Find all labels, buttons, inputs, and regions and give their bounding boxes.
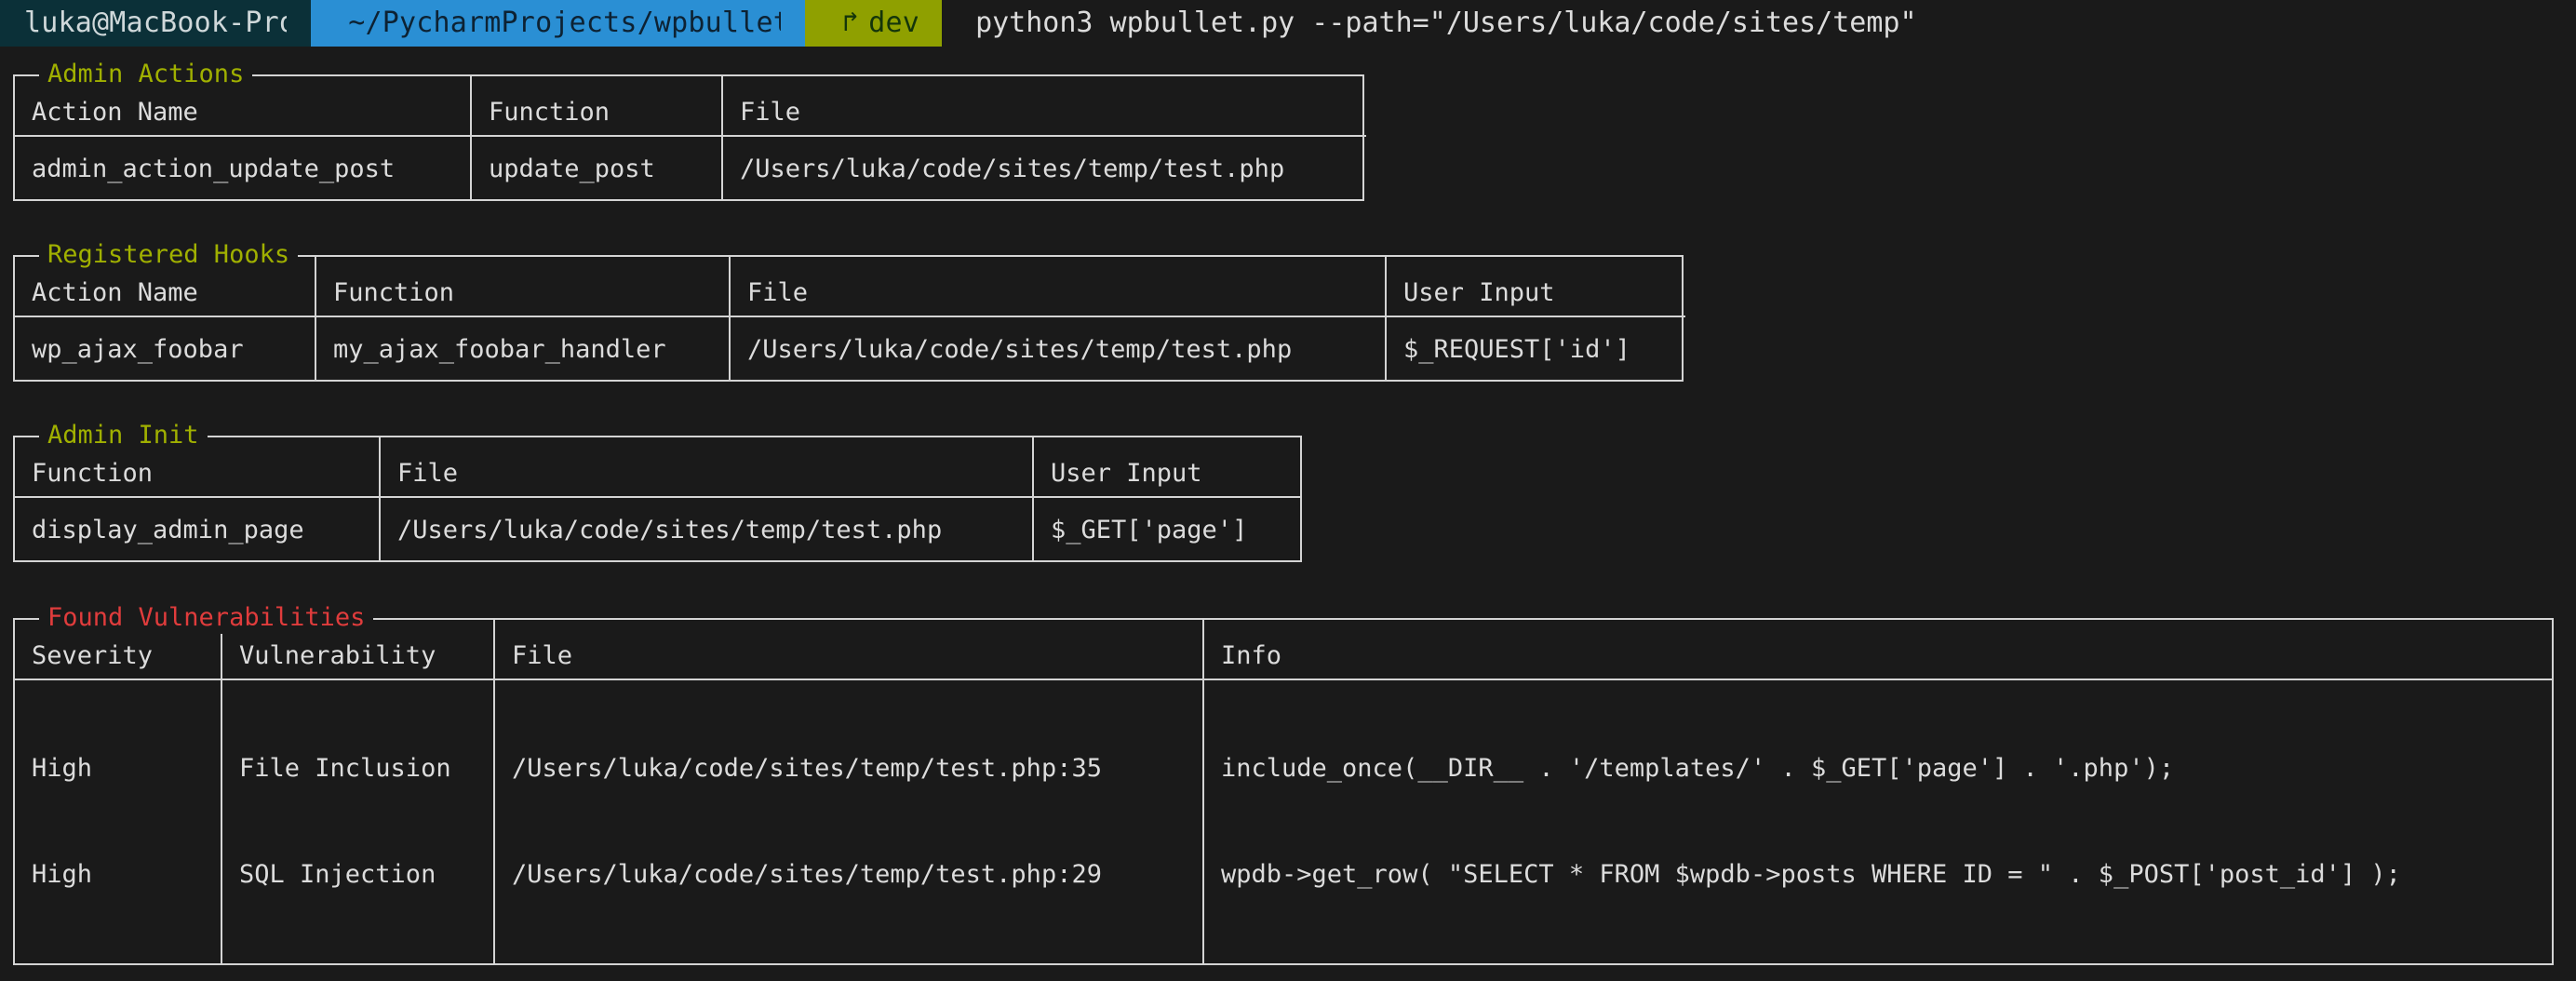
panel-registered-hooks: Registered Hooks Action Name Function Fi… bbox=[13, 239, 1685, 382]
panel-title-admin-actions: Admin Actions bbox=[39, 59, 253, 90]
panel-found-vulnerabilities: Found Vulnerabilities Severity Vulnerabi… bbox=[13, 602, 2554, 965]
column-header-info: Info bbox=[1203, 620, 2552, 680]
table-row: admin_action_update_post update_post /Us… bbox=[15, 136, 1366, 199]
prompt-path-label: ~/PycharmProjects/wpbullet bbox=[348, 7, 790, 39]
panel-admin-actions: Admin Actions Action Name Function File bbox=[13, 59, 1366, 201]
cell-user-input: $_REQUEST['id'] bbox=[1403, 335, 1630, 364]
cell-file-group: /Users/luka/code/sites/temp/test.php:35 … bbox=[494, 679, 1204, 963]
cell-file: /Users/luka/code/sites/temp/test.php bbox=[740, 155, 1285, 183]
git-branch-icon: ↱ bbox=[842, 6, 860, 38]
cell-vulnerability: SQL Injection bbox=[239, 860, 436, 889]
shell-prompt-line: luka@MacBook-Pro ~/PycharmProjects/wpbul… bbox=[0, 0, 2576, 47]
column-header-user-input: User Input bbox=[1033, 437, 1300, 498]
column-header-file: File bbox=[380, 437, 1034, 498]
cell-file: /Users/luka/code/sites/temp/test.php:29 bbox=[512, 860, 1102, 889]
cell-user-input: $_GET['page'] bbox=[1051, 516, 1248, 544]
cell-severity: High bbox=[32, 754, 93, 783]
column-header-user-input: User Input bbox=[1386, 257, 1685, 317]
cell-vulnerability-group: File Inclusion SQL Injection bbox=[221, 679, 495, 963]
cell-function: my_ajax_foobar_handler bbox=[315, 316, 731, 380]
cell-function: update_post bbox=[471, 136, 723, 199]
prompt-host-label: luka@MacBook-Pro bbox=[24, 7, 297, 39]
cell-action-name: admin_action_update_post bbox=[15, 136, 472, 199]
prompt-git-arrow-icon bbox=[918, 0, 943, 47]
panel-title-found-vulnerabilities: Found Vulnerabilities bbox=[39, 602, 374, 634]
column-header-file: File bbox=[722, 76, 1366, 137]
cell-info: wpdb->get_row( "SELECT * FROM $wpdb->pos… bbox=[1221, 860, 2401, 889]
table-admin-actions: Action Name Function File admin_action_u… bbox=[15, 76, 1366, 199]
terminal-window: luka@MacBook-Pro ~/PycharmProjects/wpbul… bbox=[0, 0, 2576, 981]
prompt-path-arrow-icon bbox=[781, 0, 805, 47]
cell-file: /Users/luka/code/sites/temp/test.php bbox=[730, 316, 1387, 380]
table-admin-init: Function File User Input display_admin_p… bbox=[15, 437, 1300, 560]
prompt-git-branch-label: dev bbox=[868, 7, 920, 39]
table-registered-hooks: Action Name Function File User Input wp_… bbox=[15, 257, 1685, 380]
cell-action-name: wp_ajax_foobar bbox=[15, 316, 316, 380]
table-row: High High File Inclusion SQL Injection /… bbox=[15, 679, 2552, 963]
prompt-host-arrow-icon bbox=[287, 0, 312, 47]
cell-severity-group: High High bbox=[15, 679, 222, 963]
cell-vulnerability: File Inclusion bbox=[239, 754, 451, 783]
cell-file: /Users/luka/code/sites/temp/test.php:35 bbox=[512, 754, 1102, 783]
cell-severity: High bbox=[32, 860, 93, 889]
table-header-row: Severity Vulnerability File Info bbox=[15, 620, 2552, 680]
table-row: wp_ajax_foobar my_ajax_foobar_handler /U… bbox=[15, 316, 1685, 380]
table-row: display_admin_page /Users/luka/code/site… bbox=[15, 497, 1300, 560]
panel-title-registered-hooks: Registered Hooks bbox=[39, 239, 299, 271]
table-header-row: Function File User Input bbox=[15, 437, 1300, 498]
prompt-path-segment: ~/PycharmProjects/wpbullet bbox=[311, 0, 805, 47]
prompt-host-segment: luka@MacBook-Pro bbox=[0, 0, 312, 47]
panel-admin-init: Admin Init Function File User Input disp… bbox=[13, 420, 1302, 562]
cell-file: /Users/luka/code/sites/temp/test.php bbox=[380, 497, 1034, 560]
column-header-file: File bbox=[730, 257, 1387, 317]
shell-command-text: python3 wpbullet.py --path="/Users/luka/… bbox=[975, 7, 1917, 39]
column-header-function: Function bbox=[315, 257, 731, 317]
cell-info: include_once(__DIR__ . '/templates/' . $… bbox=[1221, 754, 2175, 783]
panel-title-admin-init: Admin Init bbox=[39, 420, 208, 451]
cell-info-group: include_once(__DIR__ . '/templates/' . $… bbox=[1203, 679, 2552, 963]
cell-function: display_admin_page bbox=[15, 497, 381, 560]
column-header-function: Function bbox=[471, 76, 723, 137]
column-header-file: File bbox=[494, 620, 1204, 680]
table-found-vulnerabilities: Severity Vulnerability File Info High Hi… bbox=[15, 620, 2552, 963]
